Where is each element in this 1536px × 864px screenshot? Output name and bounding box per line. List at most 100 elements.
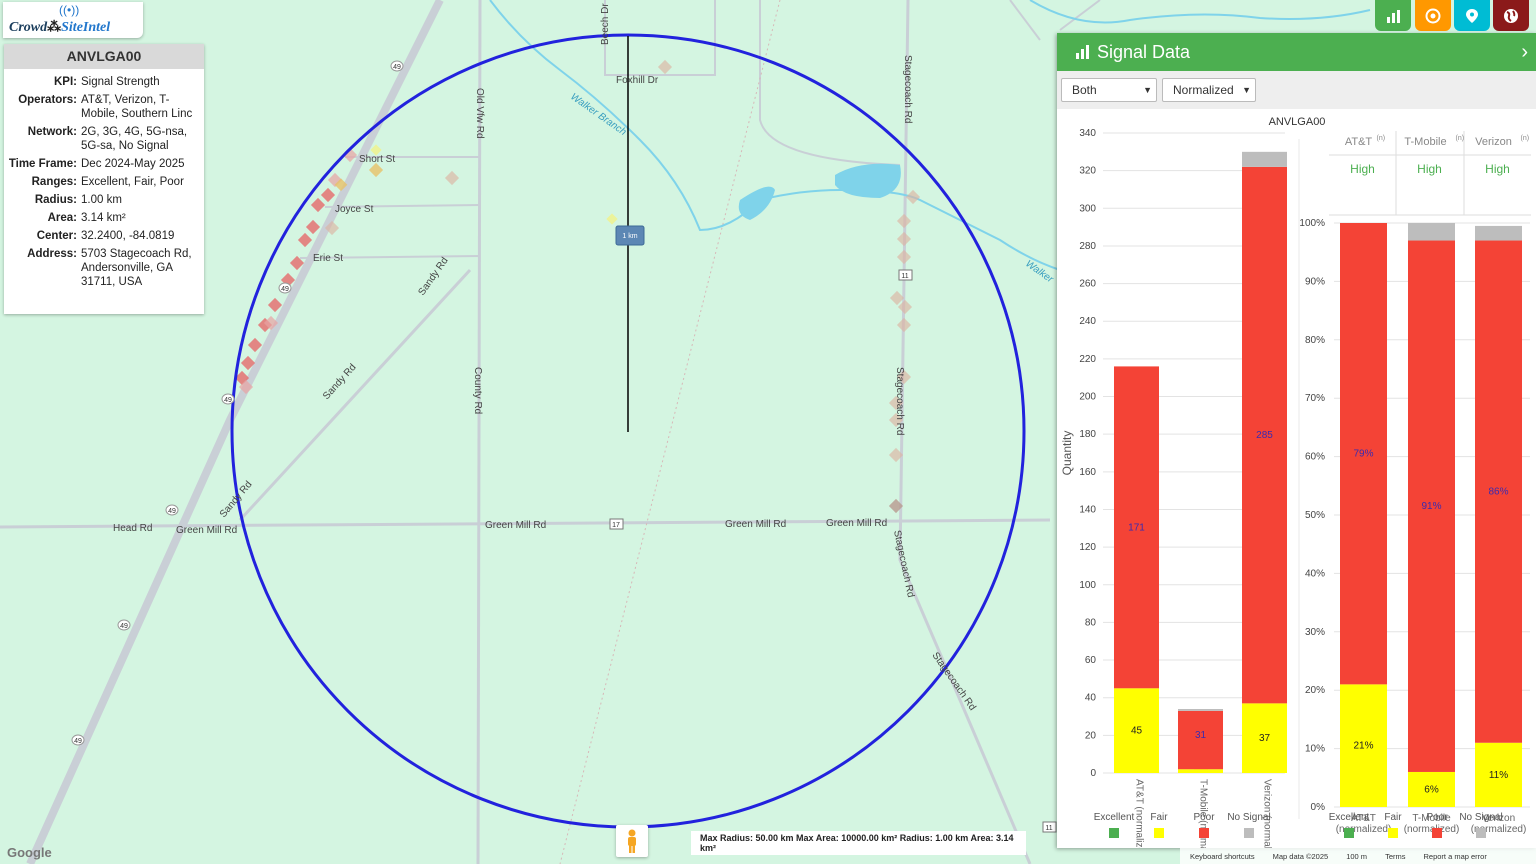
y-tick-label: 220 [1079, 354, 1096, 365]
chevron-down-icon: ▼ [1143, 85, 1152, 95]
y-tick-label: 0 [1090, 768, 1096, 779]
y-tick-label: 20% [1305, 685, 1325, 696]
svg-text:Green Mill Rd: Green Mill Rd [725, 519, 786, 530]
y-tick-label: 80 [1085, 617, 1097, 628]
svg-text:Stagecoach Rd: Stagecoach Rd [902, 55, 913, 123]
svg-text:Foxhill Dr: Foxhill Dr [616, 75, 659, 86]
legend-label: Poor [1426, 812, 1448, 823]
y-axis-label: Quantity [1060, 431, 1074, 476]
legend-label: Excellent [1094, 812, 1135, 823]
signal-data-button[interactable] [1375, 0, 1411, 31]
svg-text:Joyce St: Joyce St [335, 204, 374, 215]
map-attribution: Keyboard shortcuts Map data ©2025 100 m … [1180, 848, 1536, 864]
y-tick-label: 300 [1079, 203, 1096, 214]
radius-stats-bar: Max Radius: 50.00 km Max Area: 10000.00 … [691, 831, 1026, 855]
panel-header: Signal Data › [1057, 33, 1536, 71]
y-tick-label: 20 [1085, 730, 1097, 741]
site-info-panel: ANVLGA00 KPI: Signal Strength Operators: A… [4, 44, 204, 314]
bar-segment-fair [1178, 769, 1223, 773]
svg-text:Old Vfw Rd: Old Vfw Rd [474, 88, 485, 139]
svg-text:49: 49 [168, 508, 176, 515]
radius-label[interactable]: 1 km [615, 225, 645, 246]
svg-text:Head Rd: Head Rd [113, 523, 152, 534]
y-tick-label: 10% [1305, 744, 1325, 755]
operator-header: AT&T [1345, 136, 1373, 148]
value-label: 79% [1353, 449, 1373, 460]
site-info-title: ANVLGA00 [4, 44, 204, 69]
bar-chart-icon [1076, 45, 1089, 59]
bar-chart-icon [1387, 9, 1400, 23]
value-label: 91% [1421, 501, 1441, 512]
legend-swatch [1476, 828, 1486, 838]
svg-text:Green Mill Rd: Green Mill Rd [826, 518, 887, 529]
street-view-pegman[interactable] [616, 825, 648, 857]
y-tick-label: 260 [1079, 279, 1096, 290]
keyboard-shortcuts-link[interactable]: Keyboard shortcuts [1190, 852, 1255, 861]
value-label: 6% [1424, 784, 1439, 795]
svg-text:11: 11 [1045, 825, 1052, 832]
target-icon [1425, 8, 1441, 23]
radius-tool-button[interactable] [1415, 0, 1451, 31]
scale-bar[interactable]: 100 m [1346, 852, 1367, 861]
value-label: 31 [1195, 730, 1207, 741]
value-label: 45 [1131, 726, 1143, 737]
signal-tower-icon: ((•)) [59, 3, 80, 17]
bar-segment-no-signal [1178, 709, 1223, 711]
operator-rating: High [1485, 162, 1510, 176]
value-label: 86% [1488, 487, 1508, 498]
svg-text:49: 49 [120, 623, 128, 630]
x-tick-label: (normalized) [1404, 824, 1460, 835]
svg-text:Green Mill Rd: Green Mill Rd [176, 525, 237, 536]
svg-text:Green Mill Rd: Green Mill Rd [485, 520, 546, 531]
globe-button[interactable] [1493, 0, 1529, 31]
legend-label: No Signal [1227, 812, 1270, 823]
y-tick-label: 90% [1305, 276, 1325, 287]
bar-segment-no-signal [1475, 225, 1522, 241]
y-tick-label: 40 [1085, 693, 1097, 704]
info-row-area: Area: 3.14 km² [47, 212, 126, 224]
legend-label: Fair [1384, 812, 1402, 823]
svg-text:1 km: 1 km [622, 233, 637, 240]
y-tick-label: 160 [1079, 467, 1096, 478]
location-button[interactable] [1454, 0, 1490, 31]
operator-rating: High [1417, 162, 1442, 176]
panel-controls: Both ▼ Normalized ▼ [1057, 71, 1536, 109]
svg-text:11: 11 [901, 273, 908, 280]
data-type-select[interactable]: Both ▼ [1061, 78, 1157, 102]
operator-header-sup: (n) [1456, 135, 1465, 142]
operator-header-sup: (n) [1521, 135, 1530, 142]
normalization-select[interactable]: Normalized ▼ [1162, 78, 1256, 102]
operator-header-sup: (n) [1377, 135, 1386, 142]
y-tick-label: 60% [1305, 452, 1325, 463]
map-pin-icon [1466, 8, 1478, 23]
chart-title: ANVLGA00 [1269, 116, 1326, 128]
y-tick-label: 30% [1305, 627, 1325, 638]
y-tick-label: 200 [1079, 392, 1096, 403]
value-label: 37 [1259, 733, 1271, 744]
y-tick-label: 180 [1079, 429, 1096, 440]
map-data-text: Map data ©2025 [1272, 851, 1329, 861]
info-row-radius: Radius: 1.00 km [34, 194, 122, 206]
legend-label: Poor [1193, 812, 1215, 823]
y-tick-label: 140 [1079, 504, 1096, 515]
y-tick-label: 120 [1079, 542, 1096, 553]
legend-swatch [1109, 828, 1119, 838]
collapse-chevron-icon[interactable]: › [1521, 41, 1528, 64]
svg-text:Short St: Short St [359, 154, 395, 165]
signal-charts: ANVLGA00 0 20 40 60 80 100 120 140 160 180 200 220 24… [1060, 116, 1531, 848]
y-tick-label: 100% [1299, 218, 1325, 229]
svg-text:49: 49 [74, 738, 82, 745]
app-logo[interactable]: ((•)) Crowd⁂SiteIntel [3, 2, 143, 38]
value-label: 21% [1353, 741, 1373, 752]
operator-header: T-Mobile [1404, 136, 1446, 148]
info-row-time-frame: Time Frame: Dec 2024-May 2025 [8, 158, 185, 170]
report-error-link[interactable]: Report a map error [1423, 852, 1486, 861]
globe-icon [1504, 8, 1518, 23]
panel-title: Signal Data [1097, 41, 1191, 62]
info-row-center: Center: 32.2400, -84.0819 [36, 230, 175, 242]
y-tick-label: 340 [1079, 128, 1096, 139]
terms-link[interactable]: Terms [1385, 852, 1405, 861]
legend-label: Fair [1150, 812, 1168, 823]
y-tick-label: 60 [1085, 655, 1097, 666]
y-tick-label: 320 [1079, 166, 1096, 177]
